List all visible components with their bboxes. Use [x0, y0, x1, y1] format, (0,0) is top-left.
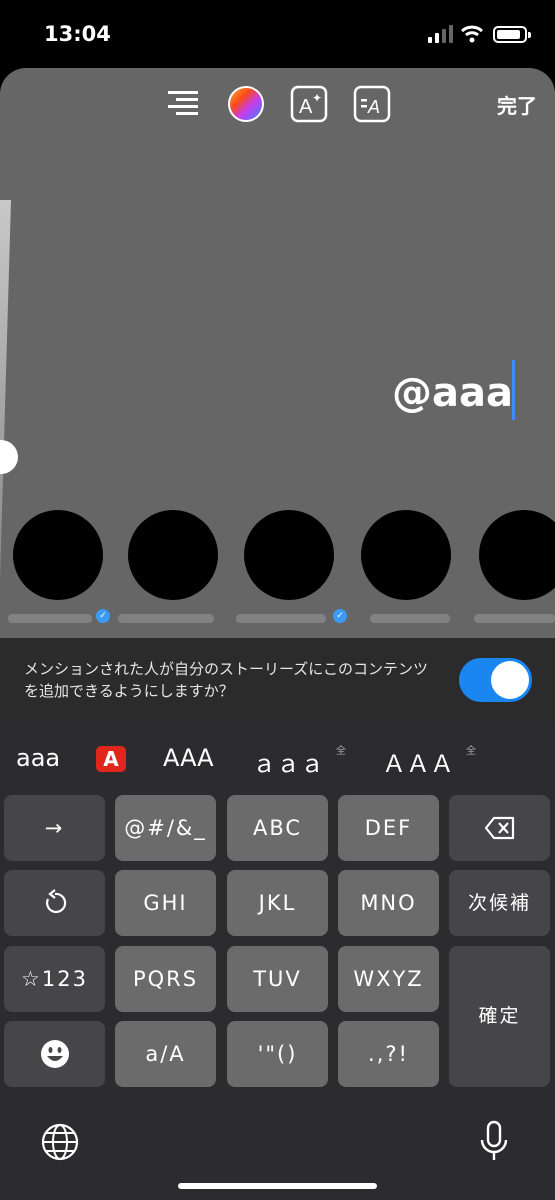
confirm-key[interactable]: 確定	[449, 946, 550, 1087]
story-text-input[interactable]: @aaa	[392, 370, 513, 416]
emoji-key[interactable]	[4, 1021, 105, 1087]
color-wheel-icon[interactable]	[227, 85, 265, 123]
battery-icon	[493, 26, 531, 43]
number-key[interactable]: ☆123	[4, 946, 105, 1012]
backspace-key[interactable]	[449, 795, 550, 861]
cursor-right-key[interactable]: →	[4, 795, 105, 861]
svg-text:A: A	[299, 96, 313, 118]
emoji-icon	[40, 1040, 69, 1068]
mention-suggestion-avatar[interactable]	[128, 510, 218, 600]
full-width-marker: 全	[466, 746, 476, 757]
ghi-key[interactable]: GHI	[115, 870, 216, 936]
text-effect-icon[interactable]: A ✦	[290, 85, 328, 123]
done-button[interactable]: 完了	[497, 90, 537, 119]
status-time: 13:04	[44, 22, 111, 46]
case-toggle-key[interactable]: a/A	[115, 1021, 216, 1087]
align-right-icon[interactable]	[164, 85, 202, 123]
full-width-marker: 全	[336, 746, 346, 757]
pqrs-key[interactable]: PQRS	[115, 946, 216, 1012]
def-key[interactable]: DEF	[338, 795, 439, 861]
svg-text:✦: ✦	[312, 91, 322, 105]
mention-username	[474, 614, 555, 623]
wifi-icon	[461, 25, 483, 43]
undo-key[interactable]	[4, 870, 105, 936]
japanese-keyboard: aaa A AAA ａａａ 全 ＡＡＡ 全 → @#/&_ ABC DEF GH…	[0, 722, 555, 1200]
mention-suggestion-avatar[interactable]	[13, 510, 103, 600]
text-animation-icon[interactable]: A	[353, 85, 391, 123]
mention-username	[370, 614, 450, 623]
candidate-word[interactable]: A	[96, 746, 126, 772]
candidate-word[interactable]: AAA	[163, 744, 214, 772]
wxyz-key[interactable]: WXYZ	[338, 946, 439, 1012]
mention-username	[8, 614, 92, 623]
candidate-word[interactable]: ａａａ	[252, 744, 324, 779]
home-indicator	[178, 1183, 377, 1189]
quote-key[interactable]: '"()	[227, 1021, 328, 1087]
status-bar: 13:04	[0, 0, 555, 68]
mention-username	[236, 614, 326, 623]
text-size-slider-knob[interactable]	[0, 440, 18, 474]
abc-key[interactable]: ABC	[227, 795, 328, 861]
verified-badge-icon: ✓	[333, 609, 347, 623]
svg-text:A: A	[367, 97, 380, 117]
next-candidate-key[interactable]: 次候補	[449, 870, 550, 936]
symbol-key[interactable]: @#/&_	[115, 795, 216, 861]
mention-suggestion-avatar[interactable]	[479, 510, 555, 600]
delete-icon	[484, 816, 514, 840]
mention-reshare-prompt: メンションされた人が自分のストーリーズにこのコンテンツを追加できるようにしますか…	[0, 638, 555, 722]
mention-username	[118, 614, 214, 623]
mention-suggestion-avatar[interactable]	[244, 510, 334, 600]
mention-suggestion-avatar[interactable]	[361, 510, 451, 600]
mention-reshare-text: メンションされた人が自分のストーリーズにこのコンテンツを追加できるようにしますか…	[24, 660, 428, 700]
story-text-editor: A ✦ A 完了 @aaa ✓ ✓	[0, 68, 555, 638]
tuv-key[interactable]: TUV	[227, 946, 328, 1012]
mention-suggestions: ✓ ✓	[0, 508, 555, 638]
candidate-word[interactable]: aaa	[16, 744, 60, 772]
verified-badge-icon: ✓	[96, 609, 110, 623]
jkl-key[interactable]: JKL	[227, 870, 328, 936]
punctuation-key[interactable]: .,?!	[338, 1021, 439, 1087]
candidate-word[interactable]: ＡＡＡ	[382, 744, 454, 779]
globe-icon[interactable]	[40, 1122, 80, 1162]
undo-icon	[45, 889, 66, 913]
mention-reshare-toggle[interactable]	[459, 658, 532, 702]
mno-key[interactable]: MNO	[338, 870, 439, 936]
microphone-icon[interactable]	[478, 1120, 510, 1164]
cellular-signal-icon	[428, 25, 453, 43]
